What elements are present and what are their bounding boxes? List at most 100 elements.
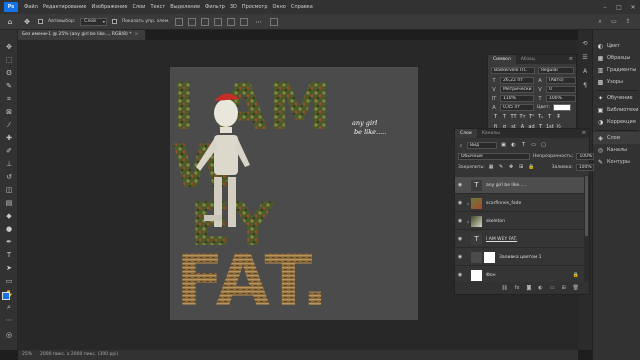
history-brush-icon[interactable]: ↺ bbox=[3, 172, 15, 182]
move-tool-icon[interactable]: ✥ bbox=[3, 42, 15, 52]
more-tools-icon[interactable]: ⋯ bbox=[3, 315, 15, 325]
layer-name[interactable]: skeleton bbox=[486, 219, 505, 224]
menu-view[interactable]: Просмотр bbox=[242, 4, 268, 10]
dock-item-swatches[interactable]: ▦ Образцы bbox=[593, 52, 640, 64]
share-icon[interactable]: ⇪ bbox=[624, 18, 632, 26]
workspace-icon[interactable]: ▭ bbox=[610, 18, 618, 26]
dock-item-learn[interactable]: ✦ Обучение bbox=[593, 92, 640, 104]
filter-smart-icon[interactable]: ▢ bbox=[540, 142, 547, 149]
underline-button[interactable]: T bbox=[546, 114, 553, 121]
new-layer-icon[interactable]: ⊞ bbox=[561, 285, 565, 291]
visibility-eye-icon[interactable]: ◉ bbox=[455, 254, 465, 260]
foreground-color-swatch[interactable] bbox=[2, 292, 10, 300]
filter-pixel-icon[interactable]: ▣ bbox=[500, 142, 507, 149]
filter-shape-icon[interactable]: ▭ bbox=[530, 142, 537, 149]
dock-item-paths[interactable]: ✎ Контуры bbox=[593, 156, 640, 168]
opacity-field[interactable]: 100% bbox=[576, 153, 595, 160]
dock-item-libraries[interactable]: ▣ Библиотеки bbox=[593, 104, 640, 116]
menu-edit[interactable]: Редактирование bbox=[43, 4, 87, 10]
quick-select-tool-icon[interactable]: ✎ bbox=[3, 81, 15, 91]
lock-pixels-icon[interactable]: ✎ bbox=[498, 164, 505, 171]
home-icon[interactable]: ⌂ bbox=[4, 17, 16, 27]
vertical-scale-field[interactable]: 110% bbox=[500, 95, 534, 102]
maximize-button[interactable]: □ bbox=[612, 4, 626, 11]
tab-character[interactable]: Символ bbox=[488, 55, 516, 64]
all-caps-button[interactable]: TT bbox=[510, 114, 517, 121]
crop-tool-icon[interactable]: ⌗ bbox=[3, 94, 15, 104]
brush-tool-icon[interactable]: ✐ bbox=[3, 146, 15, 156]
layer-row-text-caption[interactable]: ◉ T any girl be like..... bbox=[455, 177, 585, 194]
layer-name[interactable]: scarfinnes_fade bbox=[486, 201, 521, 206]
kerning-field[interactable]: Метрически bbox=[500, 86, 534, 93]
zoom-level[interactable]: 25% bbox=[22, 350, 32, 360]
show-controls-checkbox[interactable] bbox=[111, 19, 117, 24]
dock-item-gradients[interactable]: ▥ Градиенты bbox=[593, 64, 640, 76]
visibility-eye-icon[interactable]: ◉ bbox=[455, 200, 465, 206]
font-size-field[interactable]: 26,22 пт bbox=[500, 77, 534, 84]
visibility-eye-icon[interactable]: ◉ bbox=[455, 182, 465, 188]
menu-window[interactable]: Окно bbox=[273, 4, 286, 10]
character-icon[interactable]: A bbox=[580, 68, 590, 77]
mask-icon[interactable]: ◙ bbox=[526, 285, 531, 291]
dock-item-color[interactable]: ◐ Цвет bbox=[593, 40, 640, 52]
align-center-icon[interactable] bbox=[187, 17, 196, 26]
auto-select-checkbox[interactable] bbox=[38, 19, 43, 24]
layers-scrollbar[interactable] bbox=[584, 175, 589, 282]
lock-position-icon[interactable]: ✥ bbox=[508, 164, 515, 171]
search-icon[interactable]: ⌕ bbox=[596, 18, 604, 26]
fx-icon[interactable]: fx bbox=[515, 285, 520, 291]
tab-paragraph[interactable]: Абзац bbox=[516, 55, 540, 64]
menu-layers[interactable]: Слои bbox=[132, 4, 145, 10]
baseline-shift-field[interactable]: 0,45 пт bbox=[500, 104, 534, 111]
leading-field[interactable]: (Авто) bbox=[546, 77, 576, 84]
horizontal-scale-field[interactable]: 100% bbox=[546, 95, 576, 102]
subscript-button[interactable]: T₁ bbox=[537, 114, 544, 121]
minimize-button[interactable]: – bbox=[598, 4, 612, 11]
visibility-eye-icon[interactable]: ◉ bbox=[455, 272, 465, 278]
visibility-eye-icon[interactable]: ◉ bbox=[455, 236, 465, 242]
type-tool-icon[interactable]: T bbox=[3, 250, 15, 260]
menu-image[interactable]: Изображение bbox=[91, 4, 127, 10]
text-color-swatch[interactable] bbox=[553, 104, 572, 111]
blur-tool-icon[interactable]: ◆ bbox=[3, 211, 15, 221]
close-tab-icon[interactable]: × bbox=[134, 32, 138, 37]
layer-name[interactable]: any girl be like..... bbox=[486, 183, 526, 188]
move-tool-icon[interactable]: ✥ bbox=[21, 17, 33, 27]
tab-channels[interactable]: Каналы bbox=[477, 129, 505, 138]
gradient-tool-icon[interactable]: ▤ bbox=[3, 198, 15, 208]
menu-help[interactable]: Справка bbox=[291, 4, 313, 10]
stamp-tool-icon[interactable]: ⊥ bbox=[3, 159, 15, 169]
dock-item-patterns[interactable]: ▩ Узоры bbox=[593, 76, 640, 88]
eraser-tool-icon[interactable]: ◫ bbox=[3, 185, 15, 195]
group-icon[interactable]: ▭ bbox=[550, 285, 555, 291]
scrollbar-thumb[interactable] bbox=[585, 176, 588, 236]
dock-item-adjustments[interactable]: ◑ Коррекция bbox=[593, 116, 640, 128]
history-icon[interactable]: ⟲ bbox=[580, 40, 590, 49]
dock-item-layers[interactable]: ◈ Слои bbox=[593, 132, 640, 144]
pen-tool-icon[interactable]: ✒ bbox=[3, 237, 15, 247]
lock-transparency-icon[interactable]: ▦ bbox=[488, 164, 495, 171]
layer-name[interactable]: Фон bbox=[486, 273, 496, 278]
blend-mode-select[interactable]: Обычные bbox=[458, 153, 530, 160]
rectangle-tool-icon[interactable]: ▭ bbox=[3, 276, 15, 286]
lasso-tool-icon[interactable]: ʘ bbox=[3, 68, 15, 78]
align-left-icon[interactable] bbox=[174, 17, 183, 26]
zoom-tool-icon[interactable]: ⌕ bbox=[3, 302, 15, 312]
font-family-select[interactable]: Baskerville ITC bbox=[491, 67, 535, 74]
visibility-eye-icon[interactable]: ◉ bbox=[455, 218, 465, 224]
frame-tool-icon[interactable]: ⊠ bbox=[3, 107, 15, 117]
layer-row-scarf[interactable]: ◉ ↲ scarfinnes_fade bbox=[455, 195, 585, 212]
layer-row-skeleton[interactable]: ◉ ↲ skeleton bbox=[455, 213, 585, 230]
layer-row-text-main[interactable]: ◉ T I AM WEY FAT. bbox=[455, 231, 585, 248]
path-select-tool-icon[interactable]: ➤ bbox=[3, 263, 15, 273]
panel-menu-icon[interactable]: ≡ bbox=[569, 55, 576, 64]
close-window-button[interactable]: ✕ bbox=[626, 4, 640, 11]
fill-field[interactable]: 100% bbox=[575, 164, 594, 171]
layer-name[interactable]: I AM WEY FAT. bbox=[486, 237, 517, 242]
properties-icon[interactable]: ☰ bbox=[580, 54, 590, 63]
align-middle-icon[interactable] bbox=[226, 17, 235, 26]
menu-3d[interactable]: 3D bbox=[230, 4, 237, 10]
layer-name[interactable]: Заливка цветом 1 bbox=[499, 255, 542, 260]
trash-icon[interactable]: 🗑 bbox=[573, 285, 579, 291]
adjustment-icon[interactable]: ◐ bbox=[538, 285, 542, 291]
